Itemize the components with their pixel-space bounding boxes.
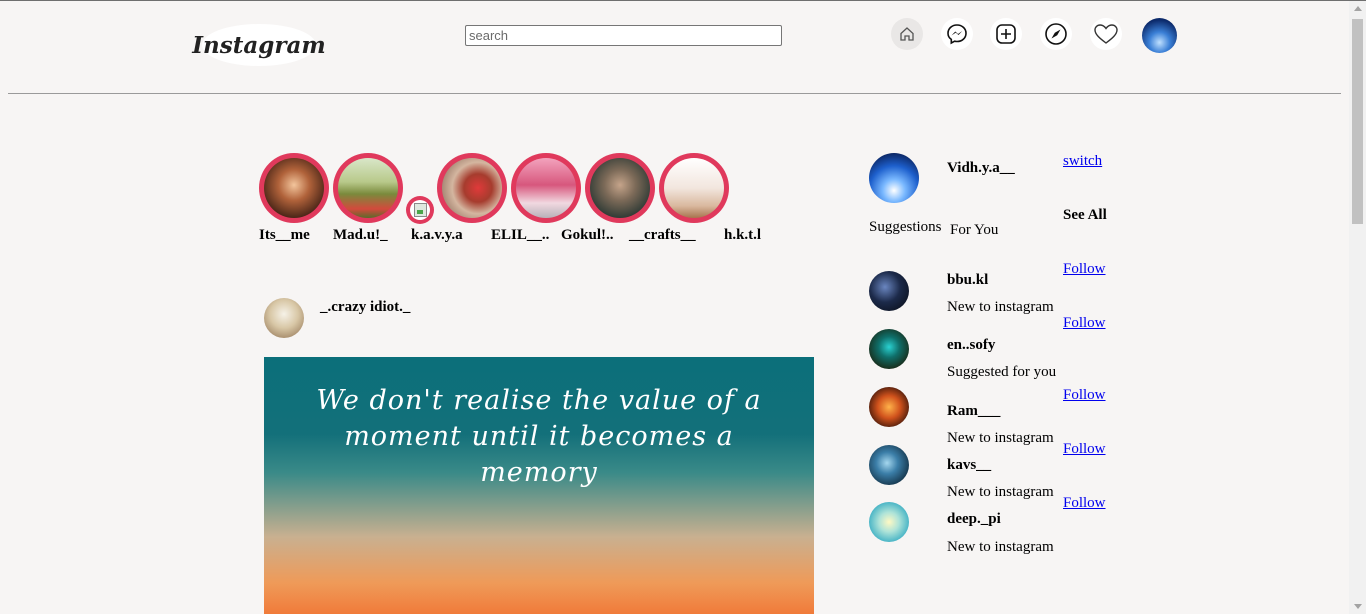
story-image [410, 200, 430, 220]
page-scrollbar[interactable] [1349, 1, 1366, 614]
story-image [264, 158, 324, 218]
story-image [442, 158, 502, 218]
story-label: Mad.u!_ [333, 227, 388, 243]
home-icon [900, 27, 914, 41]
story-avatar[interactable] [585, 153, 655, 223]
story-label: Its__me [259, 227, 310, 243]
follow-button[interactable]: Follow [1063, 441, 1106, 458]
instagram-logo[interactable]: Instagram [192, 24, 326, 66]
story-image [516, 158, 576, 218]
suggestion-subtitle: Suggested for you [947, 364, 1057, 380]
follow-button[interactable]: Follow [1063, 261, 1106, 278]
story-avatar[interactable] [406, 196, 434, 224]
story-image [664, 158, 724, 218]
broken-image-icon [413, 203, 427, 217]
follow-button[interactable]: Follow [1063, 495, 1106, 512]
story-label: k.a.v.y.a [411, 227, 463, 243]
activity-button[interactable] [1090, 18, 1122, 50]
post-quote-text: We don't realise the value of a moment u… [316, 385, 762, 488]
story-label: __crafts__ [629, 227, 696, 243]
suggestion-subtitle: New to instagram [947, 539, 1054, 555]
suggestion-avatar[interactable] [869, 502, 909, 542]
suggestion-avatar[interactable] [869, 329, 909, 369]
explore-icon [1045, 23, 1067, 45]
suggestion-avatar[interactable] [869, 271, 909, 311]
post-username[interactable]: _.crazy idiot._ [320, 299, 410, 316]
window-top-border [0, 0, 1366, 1]
suggestion-subtitle: New to instagram [947, 430, 1054, 446]
current-username: Vidh.y.a__ [947, 160, 1015, 176]
switch-account-link[interactable]: switch [1063, 153, 1102, 170]
story-label: Gokul!.. [561, 227, 614, 243]
suggestion-avatar[interactable] [869, 445, 909, 485]
see-all-button[interactable]: See All [1063, 207, 1107, 224]
messenger-button[interactable] [941, 18, 973, 50]
suggestions-heading: Suggestions [869, 219, 942, 235]
suggestion-subtitle: New to instagram [947, 299, 1054, 315]
messenger-icon [947, 24, 967, 45]
story-label: h.k.t.l [724, 227, 762, 243]
header-divider [8, 93, 1341, 94]
post-image[interactable]: We don't realise the value of a moment u… [264, 357, 814, 614]
story-avatar[interactable] [437, 153, 507, 223]
story-avatar[interactable] [259, 153, 329, 223]
scroll-up-arrow-icon[interactable] [1354, 6, 1362, 11]
suggestion-username[interactable]: kavs__ [947, 457, 991, 474]
story-image [590, 158, 650, 218]
story-avatar[interactable] [659, 153, 729, 223]
suggestion-username[interactable]: bbu.kl [947, 272, 988, 289]
story-image [338, 158, 398, 218]
follow-button[interactable]: Follow [1063, 387, 1106, 404]
add-post-icon [996, 24, 1016, 44]
suggestion-subtitle: New to instagram [947, 484, 1054, 500]
profile-avatar[interactable] [1142, 18, 1177, 53]
suggestion-username[interactable]: en..sofy [947, 337, 995, 354]
heart-icon [1094, 24, 1118, 44]
scroll-down-arrow-icon[interactable] [1354, 604, 1362, 609]
home-button[interactable] [891, 18, 923, 50]
new-post-button[interactable] [990, 18, 1022, 50]
search-input[interactable] [465, 25, 782, 46]
follow-button[interactable]: Follow [1063, 315, 1106, 332]
suggestion-avatar[interactable] [869, 387, 909, 427]
suggestion-username[interactable]: deep._pi [947, 511, 1001, 528]
current-user-avatar[interactable] [869, 153, 919, 203]
scrollbar-thumb[interactable] [1352, 19, 1363, 224]
post-author-avatar[interactable] [264, 298, 304, 338]
for-you-heading: For You [950, 222, 999, 238]
story-avatar[interactable] [511, 153, 581, 223]
suggestion-username[interactable]: Ram___ [947, 403, 1000, 420]
story-avatar[interactable] [333, 153, 403, 223]
explore-button[interactable] [1040, 18, 1072, 50]
story-label: ELIL__.. [491, 227, 550, 243]
